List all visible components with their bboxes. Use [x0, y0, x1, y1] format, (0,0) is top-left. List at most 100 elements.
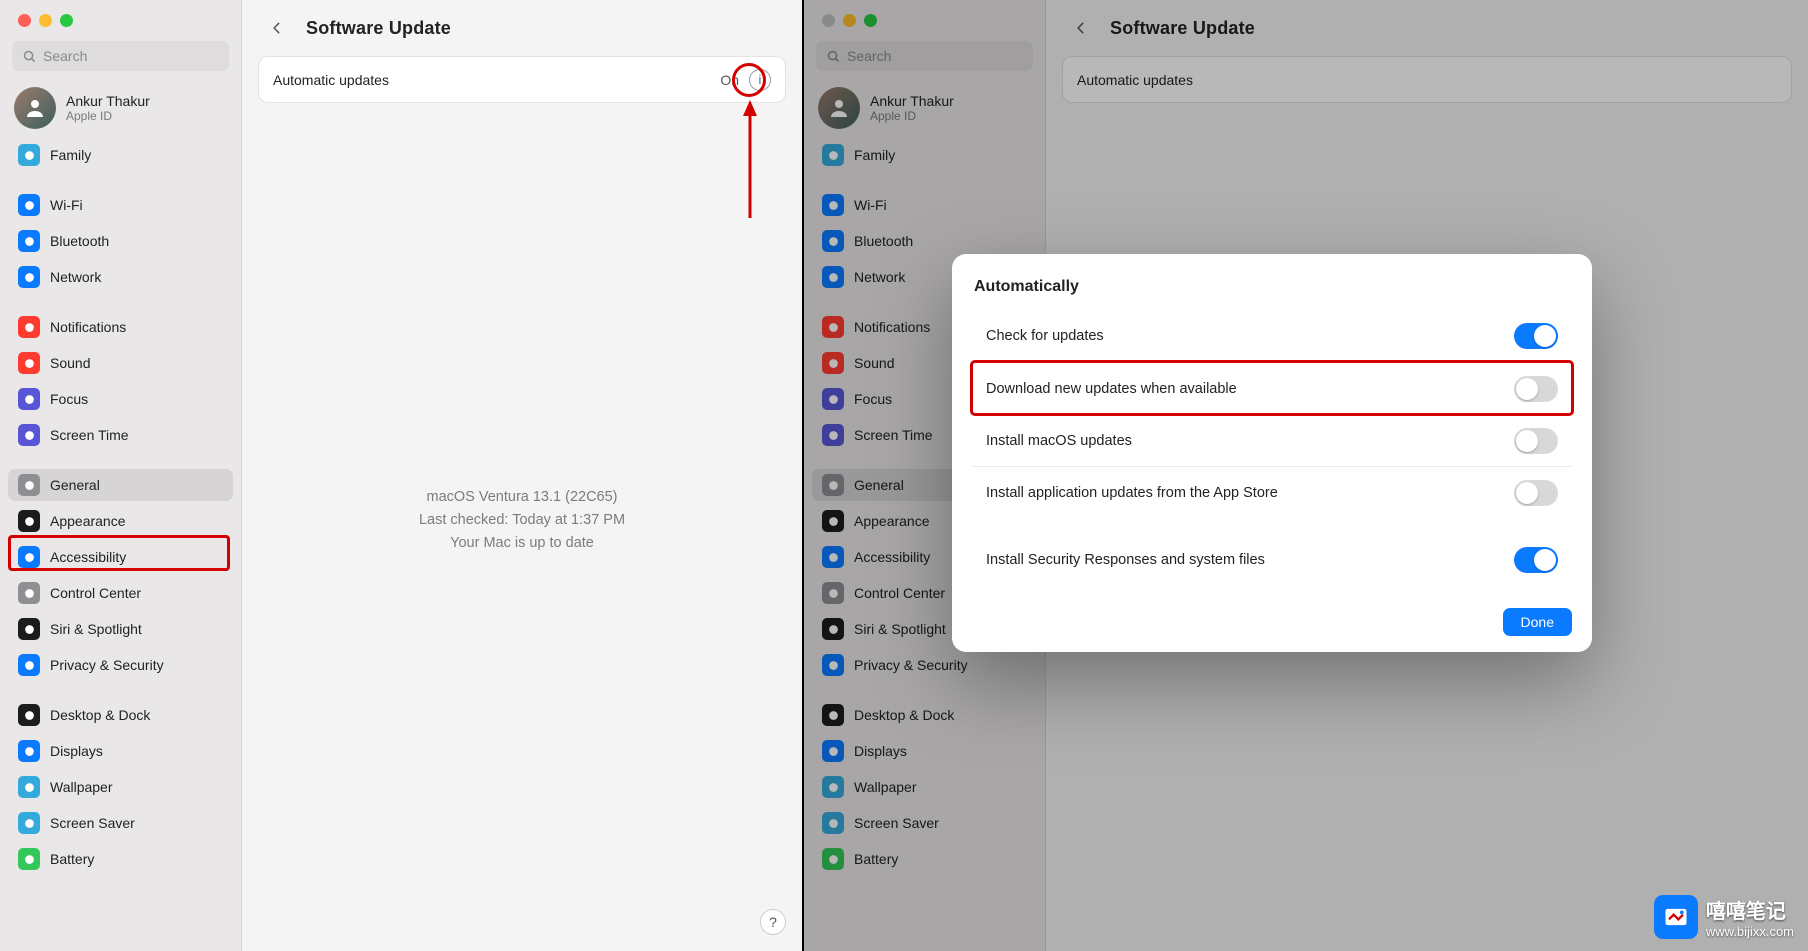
sidebar-item-wi-fi[interactable]: Wi-Fi: [8, 189, 233, 221]
sidebar-item-label: Siri & Spotlight: [854, 621, 946, 637]
help-button[interactable]: ?: [760, 909, 786, 935]
sidebar-item-label: Network: [50, 269, 101, 285]
sidebar-item-wallpaper[interactable]: Wallpaper: [8, 771, 233, 803]
sidebar-item-label: Wallpaper: [854, 779, 917, 795]
sidebar-list: Family Wi-Fi Bluetooth Network Notifications…: [0, 139, 241, 879]
sidebar-item-label: Family: [50, 147, 91, 163]
focus-icon: [822, 388, 844, 410]
screentime-icon: [18, 424, 40, 446]
toggle-switch[interactable]: [1514, 480, 1558, 506]
siri-icon: [18, 618, 40, 640]
sidebar-item-label: Sound: [50, 355, 90, 371]
search-placeholder: Search: [43, 48, 87, 64]
appearance-icon: [822, 510, 844, 532]
status-line-3: Your Mac is up to date: [242, 532, 802, 555]
info-button[interactable]: i: [749, 69, 771, 91]
sidebar-item-control-center[interactable]: Control Center: [8, 577, 233, 609]
sidebar-item-family: Family: [812, 139, 1037, 171]
toggle-switch[interactable]: [1514, 547, 1558, 573]
fullscreen-window-dot: [864, 14, 877, 27]
back-button[interactable]: [262, 13, 292, 43]
wallpaper-icon: [18, 776, 40, 798]
search-input[interactable]: Search: [12, 41, 229, 71]
wifi-icon: [18, 194, 40, 216]
sidebar-item-network[interactable]: Network: [8, 261, 233, 293]
toggle-switch[interactable]: [1514, 376, 1558, 402]
sidebar-item-label: Siri & Spotlight: [50, 621, 142, 637]
desktop-icon: [18, 704, 40, 726]
watermark-url: www.bijixx.com: [1706, 924, 1794, 939]
sidebar-item-screen-saver[interactable]: Screen Saver: [8, 807, 233, 839]
right-screenshot: Search Ankur Thakur Apple ID FamilyWi-Fi…: [804, 0, 1808, 951]
main-pane: Software Update Automatic updates On i m…: [242, 0, 802, 951]
sidebar-item-accessibility[interactable]: Accessibility: [8, 541, 233, 573]
apple-id-profile: Ankur Thakur Apple ID: [804, 77, 1045, 139]
search-icon: [22, 49, 37, 64]
minimize-window-dot[interactable]: [39, 14, 52, 27]
sidebar-item-notifications[interactable]: Notifications: [8, 311, 233, 343]
sidebar: Search Ankur Thakur Apple ID Family Wi-Fi…: [0, 0, 242, 951]
privacy-icon: [18, 654, 40, 676]
sidebar-item-screen-time[interactable]: Screen Time: [8, 419, 233, 451]
battery-icon: [822, 848, 844, 870]
sidebar-item-label: Control Center: [854, 585, 945, 601]
gear-icon: [18, 474, 40, 496]
dialog-row-label: Check for updates: [986, 328, 1104, 344]
sidebar-item-wi-fi: Wi-Fi: [812, 189, 1037, 221]
wallpaper-icon: [822, 776, 844, 798]
avatar: [14, 87, 56, 129]
sidebar-item-label: Sound: [854, 355, 894, 371]
sidebar-item-label: Accessibility: [854, 549, 930, 565]
chevron-left-icon: [1074, 19, 1088, 37]
controlcenter-icon: [822, 582, 844, 604]
sidebar-item-label: Displays: [50, 743, 103, 759]
sidebar-item-appearance[interactable]: Appearance: [8, 505, 233, 537]
auto-updates-card: Automatic updates: [1062, 56, 1792, 103]
sidebar-item-focus[interactable]: Focus: [8, 383, 233, 415]
dialog-row-4: Install Security Responses and system fi…: [972, 534, 1572, 586]
sidebar-item-label: Appearance: [50, 513, 126, 529]
sidebar-item-sound[interactable]: Sound: [8, 347, 233, 379]
sidebar-item-general[interactable]: General: [8, 469, 233, 501]
sound-icon: [18, 352, 40, 374]
sidebar-item-displays[interactable]: Displays: [8, 735, 233, 767]
sidebar-item-label: Wi-Fi: [50, 197, 83, 213]
dialog-row-label: Install Security Responses and system fi…: [986, 552, 1265, 568]
toggle-switch[interactable]: [1514, 428, 1558, 454]
sidebar-item-label: Battery: [50, 851, 94, 867]
window-traffic-lights: [0, 0, 241, 33]
sidebar-item-label: Notifications: [50, 319, 126, 335]
bluetooth-icon: [822, 230, 844, 252]
family-icon: [18, 144, 40, 166]
sidebar-item-siri-spotlight[interactable]: Siri & Spotlight: [8, 613, 233, 645]
search-icon: [826, 49, 841, 64]
dialog-row-3: Install application updates from the App…: [972, 466, 1572, 518]
sidebar-item-label: Notifications: [854, 319, 930, 335]
fullscreen-window-dot[interactable]: [60, 14, 73, 27]
battery-icon: [18, 848, 40, 870]
controlcenter-icon: [18, 582, 40, 604]
sidebar-item-wallpaper: Wallpaper: [812, 771, 1037, 803]
sidebar-item-label: Wallpaper: [50, 779, 113, 795]
sound-icon: [822, 352, 844, 374]
sidebar-item-label: Wi-Fi: [854, 197, 887, 213]
siri-icon: [822, 618, 844, 640]
auto-updates-label: Automatic updates: [273, 72, 389, 88]
toggle-switch[interactable]: [1514, 323, 1558, 349]
sidebar-item-family[interactable]: Family: [8, 139, 233, 171]
sidebar-item-privacy-security[interactable]: Privacy & Security: [8, 649, 233, 681]
help-icon: ?: [769, 914, 777, 930]
close-window-dot[interactable]: [18, 14, 31, 27]
sidebar-item-bluetooth[interactable]: Bluetooth: [8, 225, 233, 257]
done-button[interactable]: Done: [1503, 608, 1572, 636]
sidebar-item-battery[interactable]: Battery: [8, 843, 233, 875]
sidebar-item-desktop-dock[interactable]: Desktop & Dock: [8, 699, 233, 731]
apple-id-profile[interactable]: Ankur Thakur Apple ID: [0, 77, 241, 139]
back-button: [1066, 13, 1096, 43]
profile-sub: Apple ID: [870, 109, 954, 123]
watermark-title: 嘻嘻笔记: [1706, 895, 1794, 924]
sidebar-item-battery: Battery: [812, 843, 1037, 875]
displays-icon: [18, 740, 40, 762]
chevron-left-icon: [270, 19, 284, 37]
header: Software Update: [1046, 0, 1808, 56]
